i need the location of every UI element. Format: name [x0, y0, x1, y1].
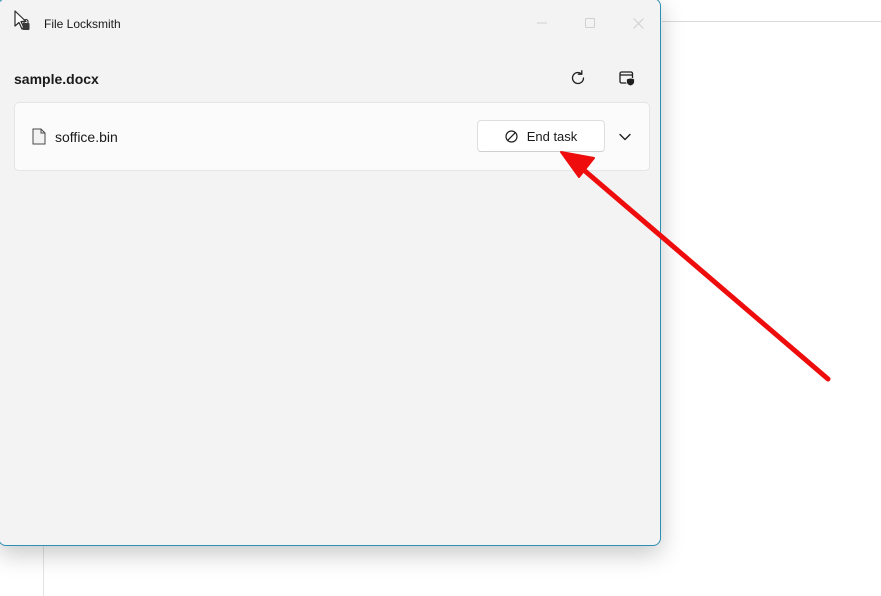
window-title: File Locksmith	[44, 17, 121, 31]
title-bar[interactable]: File Locksmith	[0, 0, 660, 47]
expand-button[interactable]	[613, 125, 637, 149]
chevron-down-icon	[619, 133, 631, 141]
file-name-heading: sample.docx	[14, 71, 99, 87]
maximize-button[interactable]	[576, 9, 604, 37]
minimize-icon	[537, 22, 547, 24]
file-locksmith-window: File Locksmith sample.docx soffice.bin E…	[0, 0, 661, 546]
process-row: soffice.bin End task	[14, 102, 650, 171]
close-icon	[632, 17, 644, 29]
maximize-icon	[585, 18, 595, 28]
process-name: soffice.bin	[55, 129, 118, 145]
file-icon	[32, 128, 46, 145]
end-task-button[interactable]: End task	[477, 120, 605, 152]
end-task-label: End task	[526, 128, 578, 144]
restart-as-admin-button[interactable]	[614, 65, 640, 91]
admin-shield-icon	[619, 71, 635, 87]
block-icon	[505, 129, 518, 143]
background-divider-vertical	[43, 546, 44, 596]
background-divider	[662, 21, 881, 22]
app-icon	[13, 10, 31, 32]
close-button[interactable]	[624, 9, 652, 37]
minimize-button[interactable]	[528, 9, 556, 37]
refresh-icon	[571, 70, 585, 85]
refresh-button[interactable]	[565, 65, 591, 91]
